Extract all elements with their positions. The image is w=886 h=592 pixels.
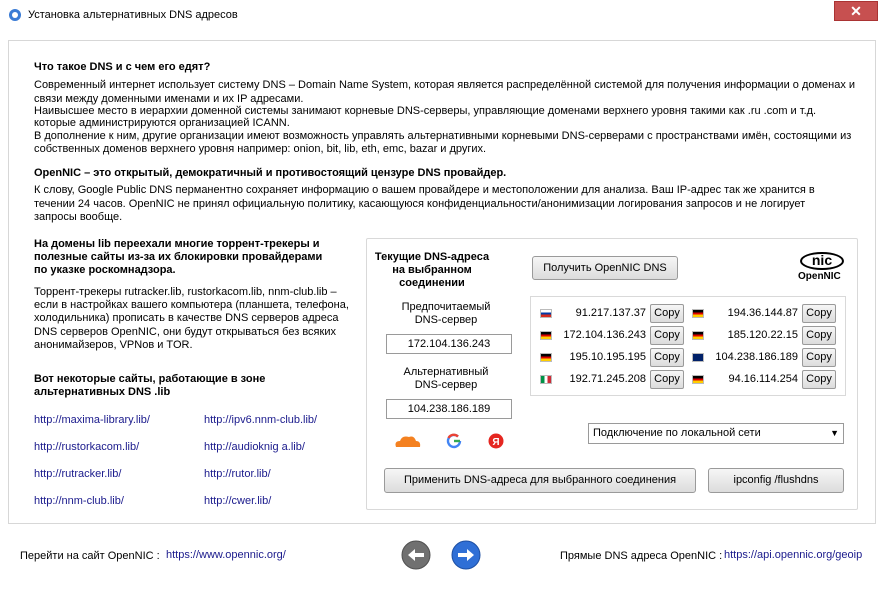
- copy-button[interactable]: Copy: [650, 326, 684, 345]
- logo-nic: nic: [800, 252, 844, 270]
- logo-opennic-text: OpenNIC: [798, 271, 841, 282]
- sites-heading: альтернативных DNS .lib: [34, 386, 171, 398]
- connection-select[interactable]: Подключение по локальной сети ▼: [588, 423, 844, 444]
- lib-text: если в настройках вашего компьютера (пла…: [34, 299, 349, 311]
- sites-heading: Вот некоторые сайты, работающие в зоне: [34, 373, 266, 385]
- copy-button[interactable]: Copy: [650, 304, 684, 323]
- google-icon[interactable]: [446, 433, 462, 449]
- site-link[interactable]: http://maxima-library.lib/: [34, 414, 150, 426]
- title-bar: Установка альтернативных DNS адресов ✕: [0, 0, 886, 30]
- copy-button[interactable]: Copy: [802, 370, 836, 389]
- site-link[interactable]: http://cwer.lib/: [204, 495, 271, 507]
- alternate-dns-label: DNS-сервер: [414, 379, 478, 391]
- preferred-dns-field[interactable]: 172.104.136.243: [386, 334, 512, 354]
- server-ip: 194.36.144.87: [727, 307, 798, 319]
- lib-text: DNS серверов OpenNIC, они будут открыват…: [34, 326, 336, 338]
- lib-heading: На домены lib переехали многие торрент-т…: [34, 238, 320, 250]
- server-ip: 91.217.137.37: [575, 307, 646, 319]
- lib-heading: полезные сайты из-за их блокировки прова…: [34, 251, 323, 263]
- main-window: Установка альтернативных DNS адресов ✕ Ч…: [0, 0, 886, 592]
- forward-arrow-icon[interactable]: [451, 540, 481, 570]
- current-dns-label: соединении: [399, 277, 465, 289]
- preferred-dns-label: DNS-сервер: [414, 314, 478, 326]
- heading-what-is-dns: Что такое DNS и с чем его едят?: [34, 61, 211, 73]
- server-ip: 185.120.22.15: [727, 329, 798, 341]
- copy-button[interactable]: Copy: [802, 304, 836, 323]
- flag-ru-icon: [540, 309, 552, 318]
- flag-de-icon: [692, 331, 704, 340]
- apply-dns-button[interactable]: Применить DNS-адреса для выбранного соед…: [384, 468, 696, 493]
- copy-button[interactable]: Copy: [650, 370, 684, 389]
- intro-line: В дополнение к ним, другие организации и…: [34, 130, 852, 142]
- server-ip: 94.16.114.254: [728, 373, 798, 385]
- opennic-logo: nic OpenNIC: [794, 252, 848, 284]
- direct-dns-label: Прямые DNS адреса OpenNIC :: [560, 550, 723, 562]
- server-ip: 195.10.195.195: [569, 351, 646, 363]
- site-link[interactable]: http://ipv6.nnm-club.lib/: [204, 414, 317, 426]
- site-link[interactable]: http://rutracker.lib/: [34, 468, 121, 480]
- server-ip: 192.71.245.208: [569, 373, 646, 385]
- current-dns-label: Текущие DNS-адреса: [374, 251, 490, 263]
- lib-heading: по указке роскомнадзора.: [34, 264, 176, 276]
- preferred-dns-label: Предпочитаемый: [401, 301, 491, 313]
- heading-opennic: OpenNIC – это открытый, демократичный и …: [34, 167, 507, 179]
- svg-text:Я: Я: [492, 437, 499, 448]
- current-dns-label: на выбранном: [392, 264, 472, 276]
- opennic-line: течении 24 часов. OpenNIC не принял офиц…: [34, 198, 806, 210]
- intro-line: которые администрируются организацией IC…: [34, 117, 290, 129]
- lib-text: холодильника) прописать в качестве DNS с…: [34, 312, 339, 324]
- connection-select-value: Подключение по локальной сети: [593, 427, 761, 439]
- lib-text: анонимайзеров, VPNов и TOR.: [34, 339, 193, 351]
- direct-dns-link[interactable]: https://api.opennic.org/geoip: [724, 549, 862, 561]
- alternate-dns-field[interactable]: 104.238.186.189: [386, 399, 512, 419]
- site-link[interactable]: http://nnm-club.lib/: [34, 495, 124, 507]
- copy-button[interactable]: Copy: [650, 348, 684, 367]
- server-ip: 172.104.136.243: [563, 329, 646, 341]
- flag-gb-icon: [692, 353, 704, 362]
- close-button[interactable]: ✕: [834, 1, 878, 21]
- flag-de-icon: [540, 353, 552, 362]
- copy-button[interactable]: Copy: [802, 348, 836, 367]
- site-link[interactable]: http://audioknig a.lib/: [204, 441, 305, 453]
- window-title: Установка альтернативных DNS адресов: [28, 9, 238, 21]
- server-ip: 104.238.186.189: [715, 351, 798, 363]
- flag-it-icon: [540, 375, 552, 384]
- flushdns-button[interactable]: ipconfig /flushdns: [708, 468, 844, 493]
- flag-de-icon: [692, 375, 704, 384]
- get-opennic-dns-button[interactable]: Получить OpenNIC DNS: [532, 256, 678, 280]
- site-link[interactable]: http://rustorkacom.lib/: [34, 441, 139, 453]
- opennic-line: К слову, Google Public DNS перманентно с…: [34, 184, 815, 196]
- app-icon: [9, 9, 21, 21]
- copy-button[interactable]: Copy: [802, 326, 836, 345]
- flag-de-icon: [540, 331, 552, 340]
- alternate-dns-label: Альтернативный: [403, 366, 489, 378]
- lib-text: Торрент-трекеры rutracker.lib, rustorkac…: [34, 286, 337, 298]
- chevron-down-icon: ▼: [830, 428, 839, 438]
- goto-opennic-link[interactable]: https://www.opennic.org/: [166, 549, 286, 561]
- back-arrow-icon[interactable]: [401, 540, 431, 570]
- intro-line: собственных доменов верхнего уровня напр…: [34, 143, 487, 155]
- site-link[interactable]: http://rutor.lib/: [204, 468, 271, 480]
- cloudflare-icon[interactable]: [392, 433, 422, 449]
- flag-de-icon: [692, 309, 704, 318]
- opennic-line: запросы вообще.: [34, 211, 123, 223]
- yandex-icon[interactable]: Я: [488, 433, 504, 449]
- goto-opennic-label: Перейти на сайт OpenNIC :: [20, 550, 160, 562]
- intro-line: Современный интернет использует систему …: [34, 79, 856, 91]
